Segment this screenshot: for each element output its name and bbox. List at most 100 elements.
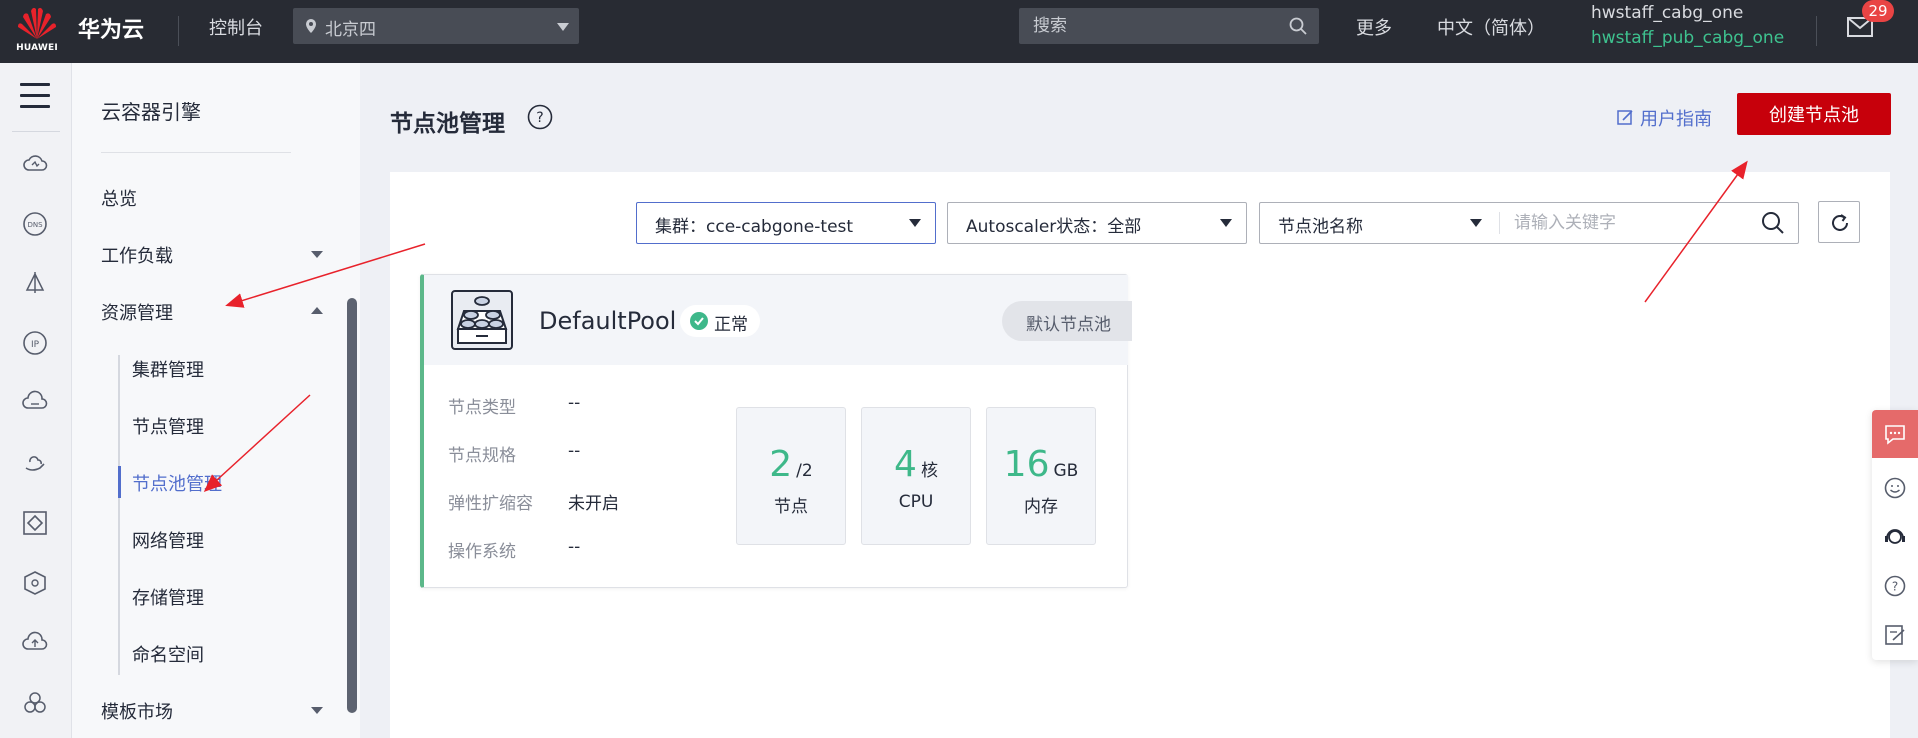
nav-sub-storage[interactable]: 存储管理	[132, 584, 204, 610]
default-pool-tag: 默认节点池	[1002, 301, 1132, 341]
stat-cpu-value: 4	[894, 444, 917, 485]
nav-sub-clusters[interactable]: 集群管理	[132, 356, 204, 382]
autoscaler-filter-label: Autoscaler状态：全部	[966, 217, 1142, 237]
nav-item-resources[interactable]: 资源管理	[101, 299, 173, 325]
divider	[101, 152, 291, 153]
region-selector[interactable]: 北京四	[293, 8, 579, 44]
mail-count-badge: 29	[1862, 0, 1894, 22]
customer-service-icon[interactable]	[1884, 526, 1906, 548]
node-pool-card-header: DefaultPool 正常 默认节点池	[424, 275, 1132, 365]
edit-guide-icon[interactable]	[1617, 109, 1634, 126]
hamburger-menu-icon[interactable]	[20, 83, 50, 108]
floating-toolbar: ?	[1872, 410, 1918, 660]
prop-label-node-flavor: 节点规格	[448, 446, 516, 466]
chat-icon	[1885, 425, 1905, 445]
stat-nodes-value: 2	[769, 444, 793, 485]
pool-name-field-selector[interactable]: 节点池名称	[1278, 212, 1363, 237]
ip-icon[interactable]: IP	[22, 330, 48, 356]
nav-sub-network[interactable]: 网络管理	[132, 527, 204, 553]
chat-button[interactable]	[1872, 410, 1918, 458]
nav-sub-nodes[interactable]: 节点管理	[132, 413, 204, 439]
prop-value-os: --	[568, 537, 581, 557]
note-edit-icon[interactable]	[1884, 624, 1906, 646]
stat-memory: 16 GB 内存	[986, 407, 1096, 545]
prop-label-autoscaling: 弹性扩缩容	[448, 494, 533, 514]
region-label: 北京四	[325, 20, 376, 40]
global-search-input[interactable]	[1033, 15, 1273, 37]
help-circle-icon[interactable]: ?	[1884, 575, 1906, 597]
submenu-guide-line	[118, 355, 120, 675]
language-selector[interactable]: 中文（简体）	[1437, 14, 1545, 40]
nav-item-template-market[interactable]: 模板市场	[101, 698, 173, 724]
cloud-gateway-icon[interactable]	[22, 390, 48, 416]
hand-cloud-icon[interactable]	[22, 450, 48, 476]
svg-text:?: ?	[536, 110, 543, 126]
chevron-up-icon[interactable]	[311, 307, 323, 314]
svg-text:IP: IP	[31, 340, 40, 350]
diamond-icon[interactable]	[22, 510, 48, 536]
user-account-name[interactable]: hwstaff_cabg_one	[1591, 3, 1743, 23]
cloud-icon[interactable]	[22, 151, 48, 177]
stat-nodes-unit: /2	[796, 461, 813, 481]
smile-feedback-icon[interactable]	[1884, 477, 1906, 499]
prop-value-node-flavor: --	[568, 441, 581, 461]
svg-text:DNS: DNS	[27, 221, 43, 229]
create-node-pool-button[interactable]: 创建节点池	[1737, 93, 1891, 135]
nav-scrollbar[interactable]	[347, 298, 357, 713]
cluster-filter-label: 集群：cce-cabgone-test	[655, 217, 854, 237]
nav-sub-node-pools[interactable]: 节点池管理	[132, 470, 222, 496]
stat-cpu-label: CPU	[898, 492, 934, 512]
prop-value-autoscaling: 未开启	[568, 494, 619, 514]
status-text: 正常	[714, 315, 748, 335]
chevron-down-icon[interactable]	[1470, 219, 1482, 227]
check-circle-icon	[690, 312, 708, 330]
sail-icon[interactable]	[22, 270, 48, 296]
console-link[interactable]: 控制台	[209, 14, 263, 40]
chevron-down-icon	[557, 23, 569, 31]
stat-nodes: 2/2 节点	[736, 407, 846, 545]
divider	[178, 16, 179, 46]
hexagon-cluster-icon[interactable]	[22, 690, 48, 716]
keyword-search-input[interactable]	[1514, 211, 1744, 235]
refresh-button[interactable]	[1818, 201, 1860, 243]
huawei-logo-icon[interactable]: HUAWEI	[14, 5, 60, 59]
prop-label-os: 操作系统	[448, 542, 516, 562]
stat-memory-unit: GB	[1053, 461, 1079, 481]
divider	[1816, 16, 1817, 46]
stat-nodes-label: 节点	[774, 497, 808, 517]
chevron-down-icon[interactable]	[311, 251, 323, 258]
stat-memory-label: 内存	[1024, 497, 1058, 517]
autoscaler-filter[interactable]: Autoscaler状态：全部	[947, 202, 1247, 244]
cube-gear-icon[interactable]	[22, 570, 48, 596]
brand-name[interactable]: 华为云	[78, 12, 144, 44]
node-pool-icon	[451, 290, 513, 350]
more-menu[interactable]: 更多	[1356, 14, 1392, 40]
nav-sub-namespaces[interactable]: 命名空间	[132, 641, 204, 667]
chevron-down-icon	[1220, 219, 1232, 227]
divider	[12, 131, 60, 132]
location-pin-icon	[306, 19, 316, 33]
node-pool-name[interactable]: DefaultPool	[539, 307, 676, 335]
left-navigation: 云容器引擎 总览 工作负载 资源管理 集群管理 节点管理 节点池管理 网络管理 …	[72, 63, 360, 738]
submenu-active-indicator	[118, 466, 121, 498]
divider	[1499, 212, 1500, 234]
global-search	[1019, 8, 1319, 44]
nav-item-overview[interactable]: 总览	[101, 185, 137, 211]
search-icon[interactable]	[1289, 17, 1307, 35]
logo-text: HUAWEI	[16, 43, 58, 53]
search-icon[interactable]	[1761, 211, 1785, 235]
prop-label-node-type: 节点类型	[448, 398, 516, 418]
user-guide-link[interactable]: 用户指南	[1640, 105, 1712, 131]
node-pool-card[interactable]: DefaultPool 正常 默认节点池 节点类型 -- 节点规格 -- 弹性扩…	[420, 274, 1132, 588]
nav-item-workloads[interactable]: 工作负载	[101, 242, 173, 268]
refresh-icon	[1832, 214, 1848, 231]
stat-memory-value: 16	[1003, 444, 1050, 485]
cloud-upload-icon[interactable]	[22, 630, 48, 656]
stat-cpu-unit: 核	[920, 461, 938, 481]
svg-text:?: ?	[1892, 580, 1898, 594]
chevron-down-icon[interactable]	[311, 707, 323, 714]
dns-icon[interactable]: DNS	[22, 211, 48, 237]
cluster-filter[interactable]: 集群：cce-cabgone-test	[636, 202, 936, 244]
help-icon[interactable]: ?	[527, 104, 553, 130]
user-sub-account-name[interactable]: hwstaff_pub_cabg_one	[1591, 28, 1784, 48]
